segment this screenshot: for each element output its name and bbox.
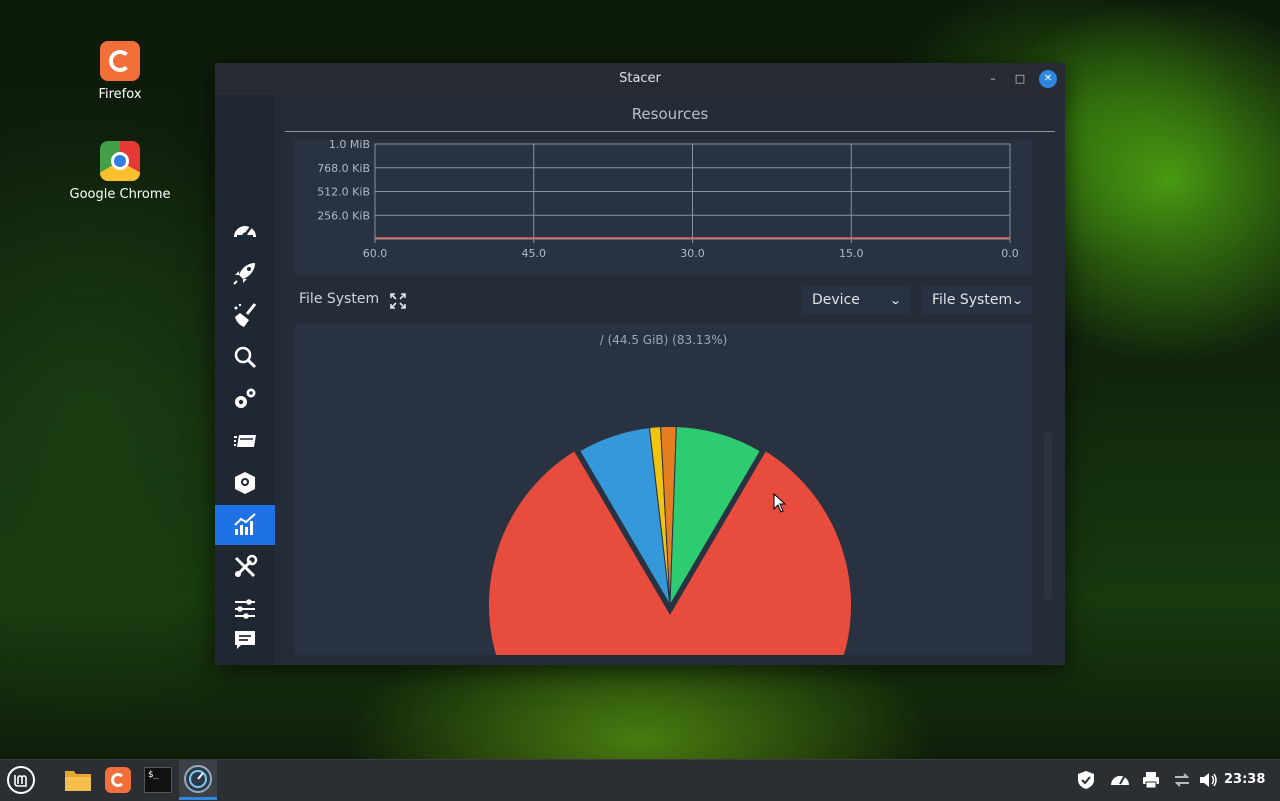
files-icon	[65, 771, 91, 791]
desktop-icon-firefox[interactable]: Firefox	[65, 41, 175, 102]
window-title: Stacer	[619, 71, 661, 86]
desktop-icon-label: Firefox	[98, 87, 142, 102]
close-button[interactable]: ✕	[1039, 70, 1057, 88]
scrollbar[interactable]	[1044, 430, 1052, 600]
sidebar-item-dashboard[interactable]	[215, 211, 275, 251]
clock: 23:38	[1224, 772, 1266, 787]
menu-icon	[7, 766, 35, 794]
package-icon	[235, 472, 255, 494]
mouse-cursor	[773, 493, 787, 513]
page-title: Resources	[631, 105, 709, 123]
filesystem-pie-panel: / (44.5 GiB) (83.13%)	[295, 324, 1032, 655]
sidebar-item-services[interactable]	[215, 379, 275, 419]
y-tick-label: 256.0 KiB	[317, 209, 370, 222]
expand-icon[interactable]	[389, 292, 407, 310]
device-dropdown[interactable]: Device ⌄	[802, 286, 910, 314]
gears-icon	[235, 388, 256, 408]
sidebar-item-resources[interactable]	[215, 505, 275, 545]
speedometer-icon[interactable]	[1108, 770, 1132, 790]
menu-button[interactable]	[2, 760, 40, 800]
title-divider	[285, 131, 1055, 132]
sidebar-item-uninstaller[interactable]	[215, 463, 275, 503]
firefox-icon	[100, 41, 140, 81]
tools-icon	[234, 554, 258, 578]
y-tick-label: 1.0 MiB	[329, 140, 370, 151]
network-icon[interactable]	[1172, 770, 1192, 790]
stacer-window: Stacer – □ ✕ Resources 1.0 MiB 768.0 KiB…	[215, 63, 1065, 665]
feedback-icon	[235, 631, 255, 649]
volume-icon[interactable]	[1198, 770, 1218, 790]
sliders-icon	[235, 599, 255, 619]
minimize-button[interactable]: –	[985, 71, 1001, 87]
history-chart: 1.0 MiB 768.0 KiB 512.0 KiB 256.0 KiB 60.0 45…	[294, 140, 1032, 275]
taskbar-stacer[interactable]	[179, 760, 217, 800]
chrome-icon	[100, 141, 140, 181]
filesystem-label: File System	[299, 291, 380, 307]
x-tick-label: 45.0	[522, 247, 547, 260]
history-chart-svg: 1.0 MiB 768.0 KiB 512.0 KiB 256.0 KiB 60.0 45…	[317, 140, 1019, 260]
y-tick-label: 512.0 KiB	[317, 186, 370, 199]
sidebar	[215, 95, 275, 665]
device-dropdown-value: Device	[812, 292, 860, 308]
x-tick-label: 15.0	[839, 247, 864, 260]
search-icon	[234, 346, 257, 369]
filesystem-pie-svg	[479, 425, 861, 655]
desktop-icon-chrome[interactable]: Google Chrome	[65, 141, 175, 202]
printer-icon[interactable]	[1141, 770, 1161, 790]
rocket-icon	[233, 263, 255, 285]
filesystem-dropdown-value: File System	[932, 292, 1013, 308]
chart-icon	[234, 513, 256, 535]
speedometer-icon	[234, 226, 256, 238]
sidebar-item-helpers[interactable]	[215, 547, 275, 587]
maximize-button[interactable]: □	[1012, 71, 1028, 87]
desktop-icon-label: Google Chrome	[69, 187, 171, 202]
filesystem-dropdown[interactable]: File System ⌄	[922, 286, 1032, 314]
sidebar-item-search[interactable]	[215, 337, 275, 377]
shield-icon[interactable]	[1076, 770, 1096, 790]
x-tick-label: 30.0	[680, 247, 705, 260]
taskbar-firefox[interactable]	[99, 760, 137, 800]
broom-icon	[234, 303, 257, 327]
x-tick-label: 0.0	[1001, 247, 1019, 260]
y-tick-label: 768.0 KiB	[317, 162, 370, 175]
terminal-icon: $_	[144, 767, 172, 793]
sidebar-item-feedback[interactable]	[215, 620, 275, 660]
taskbar: $_ 23:38	[0, 759, 1280, 801]
sidebar-item-startup[interactable]	[215, 253, 275, 293]
title-bar[interactable]: Stacer – □ ✕	[215, 63, 1065, 95]
taskbar-terminal[interactable]: $_	[139, 760, 177, 800]
chevron-down-icon: ⌄	[1010, 293, 1024, 307]
chevron-down-icon: ⌄	[888, 293, 902, 307]
sidebar-item-cleaner[interactable]	[215, 295, 275, 335]
stacer-icon	[184, 764, 212, 793]
stack-icon	[234, 435, 256, 447]
taskbar-files[interactable]	[59, 760, 97, 800]
firefox-icon	[105, 767, 131, 793]
sidebar-item-processes[interactable]	[215, 421, 275, 461]
x-tick-label: 60.0	[363, 247, 388, 260]
resources-page: Resources 1.0 MiB 768.0 KiB 512.0 KiB 256.0…	[275, 95, 1065, 665]
